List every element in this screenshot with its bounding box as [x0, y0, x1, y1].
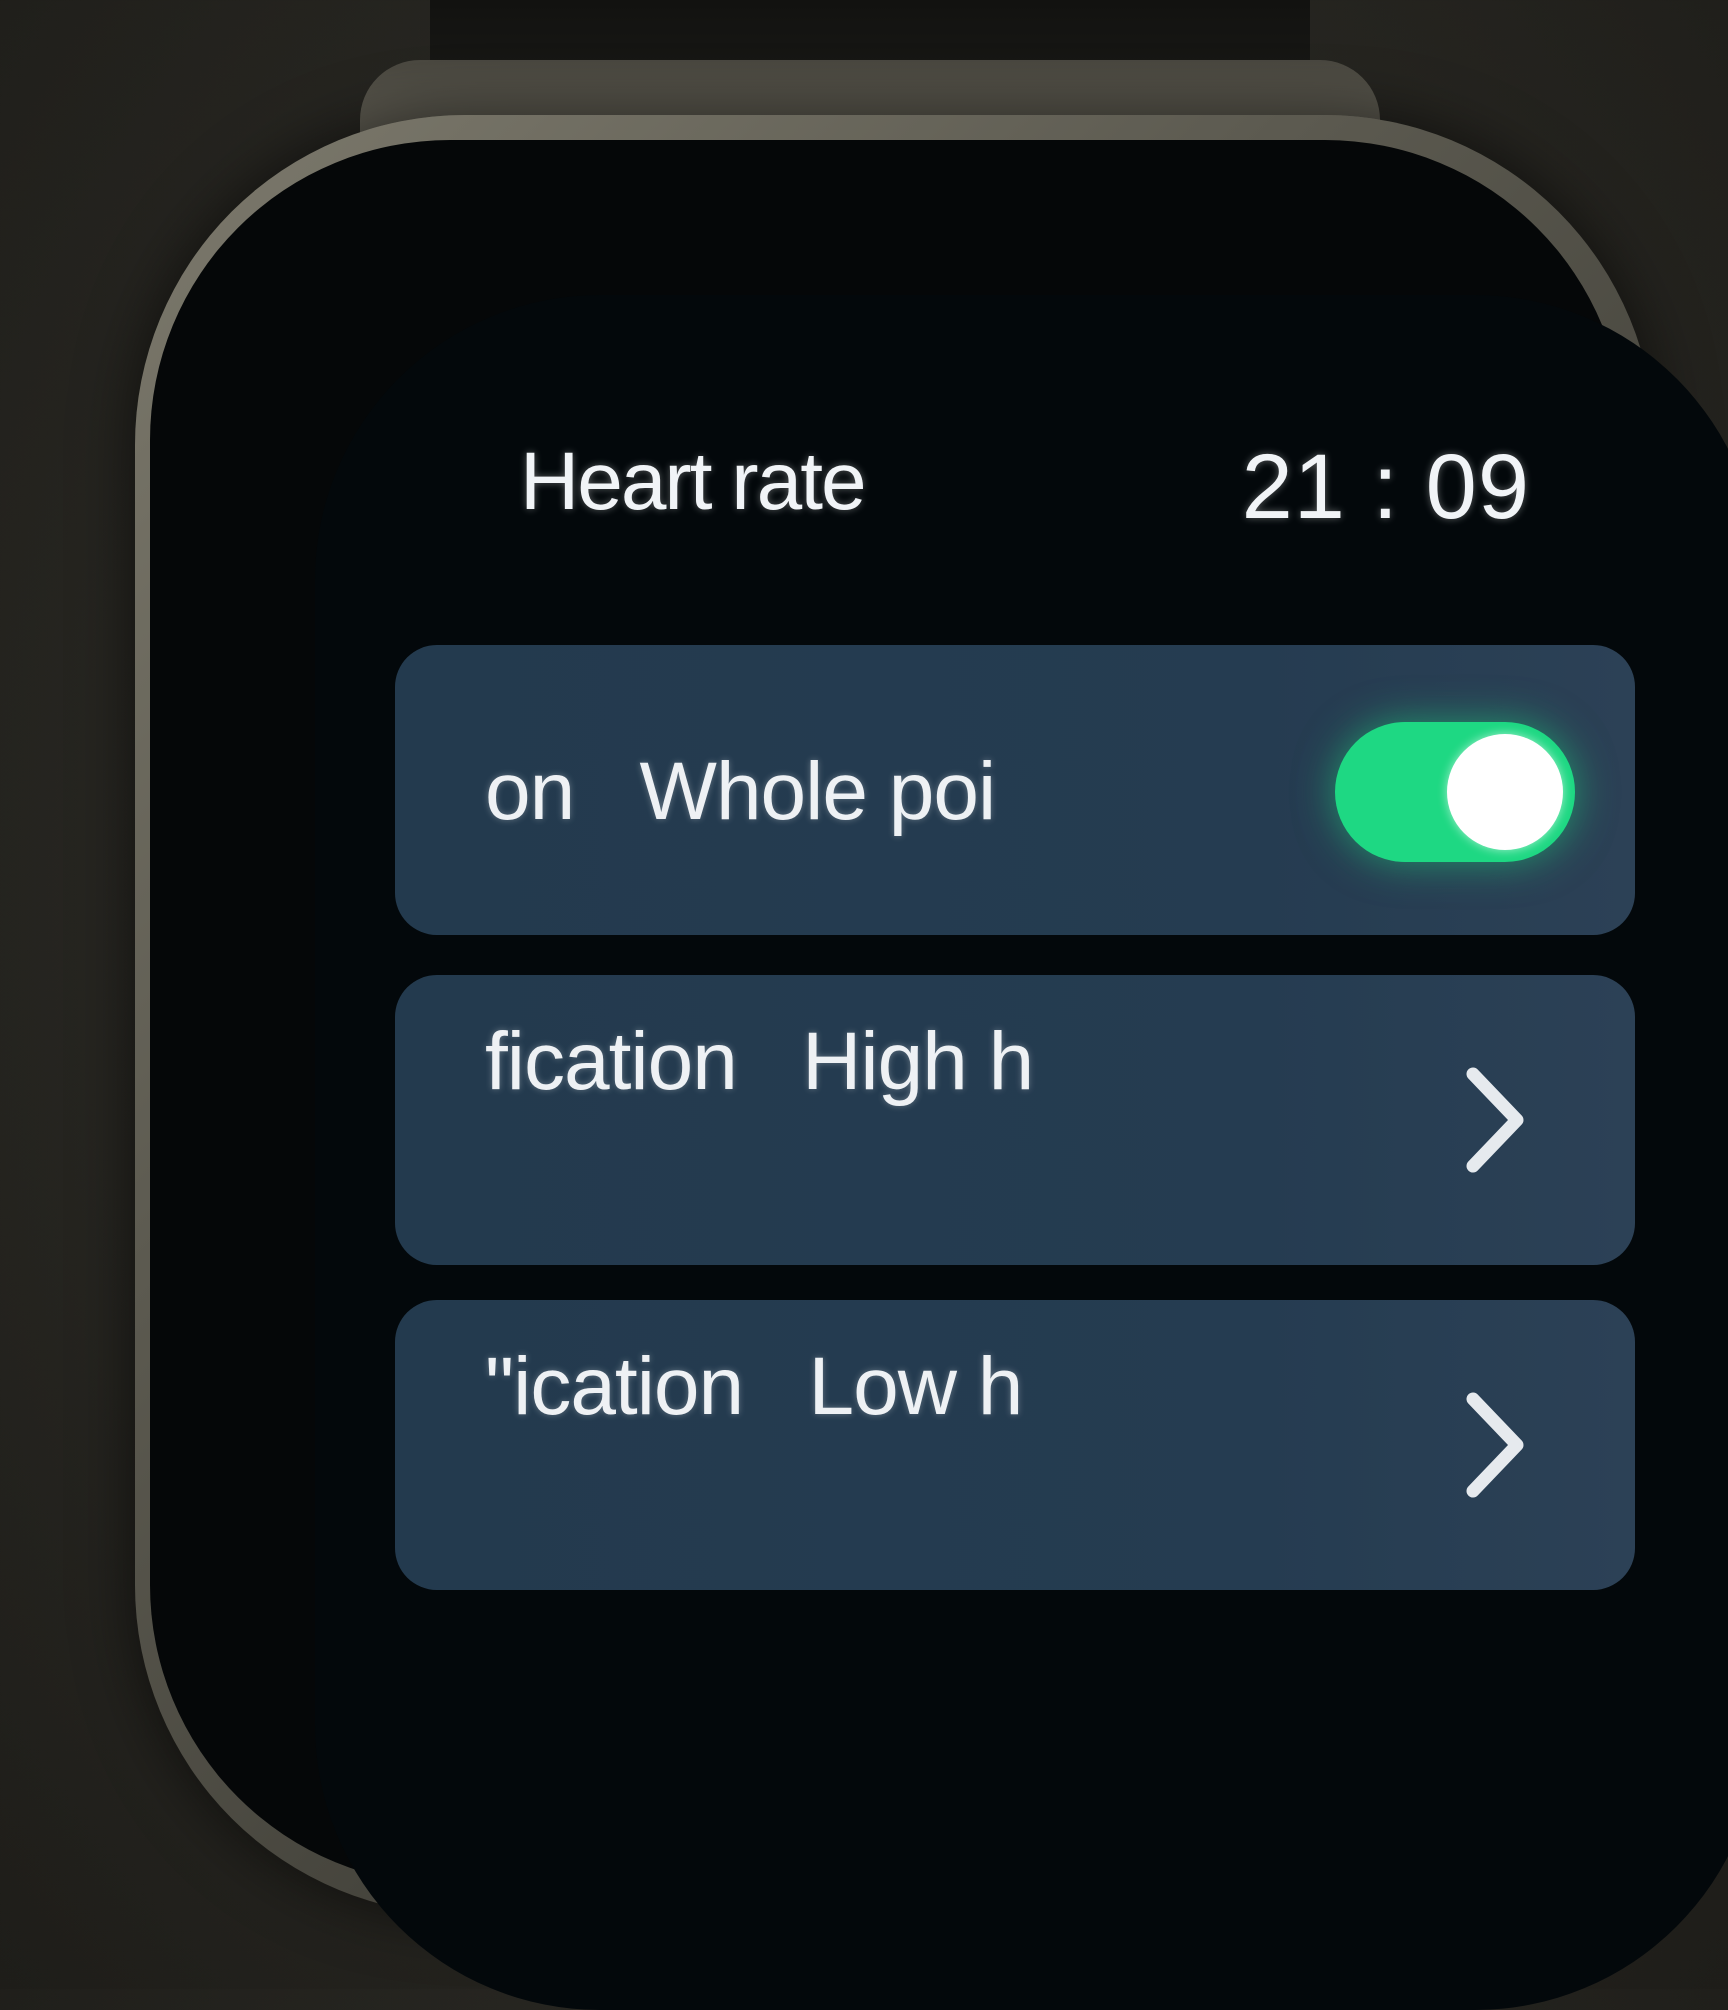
setting-row-label: on Whole poi [485, 746, 996, 837]
setting-row-low-heart-rate[interactable]: "ication Low h [395, 1300, 1635, 1590]
watch-screen: Heart rate 21 : 09 on Whole poi fication… [315, 295, 1728, 2010]
toggle-knob [1447, 734, 1563, 850]
setting-row-label: "ication Low h [485, 1341, 1023, 1432]
chevron-right-icon [1466, 1067, 1524, 1173]
setting-row-high-heart-rate[interactable]: fication High h [395, 975, 1635, 1265]
chevron-right-icon [1466, 1392, 1524, 1498]
clock-time: 21 : 09 [1241, 436, 1530, 538]
setting-row-label: fication High h [485, 1016, 1034, 1107]
whole-point-toggle[interactable] [1335, 722, 1575, 862]
setting-row-whole-point[interactable]: on Whole poi [395, 645, 1635, 935]
watch-bezel: Heart rate 21 : 09 on Whole poi fication… [150, 140, 1728, 2010]
page-title: Heart rate [520, 436, 867, 527]
